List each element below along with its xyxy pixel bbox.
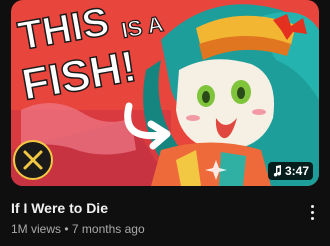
video-meta: If I Were to Die 1M views • 7 months ago: [11, 198, 301, 238]
upload-age: 7 months ago: [71, 222, 145, 236]
music-note-icon: [273, 165, 281, 177]
theory-logo-icon: [13, 140, 53, 180]
video-stats: 1M views • 7 months ago: [11, 220, 301, 238]
thumbnail-art: THIS IS A FISH!: [11, 0, 319, 186]
more-vert-icon[interactable]: [300, 200, 324, 224]
duration-badge: 3:47: [267, 162, 313, 180]
video-title[interactable]: If I Were to Die: [11, 198, 301, 218]
video-thumbnail[interactable]: THIS IS A FISH! 3:47: [11, 0, 319, 186]
meta-separator: •: [64, 222, 69, 236]
video-card[interactable]: THIS IS A FISH! 3:47 If I Were to Die 1M…: [0, 0, 330, 246]
duration-text: 3:47: [284, 164, 309, 178]
view-count: 1M views: [11, 222, 62, 236]
